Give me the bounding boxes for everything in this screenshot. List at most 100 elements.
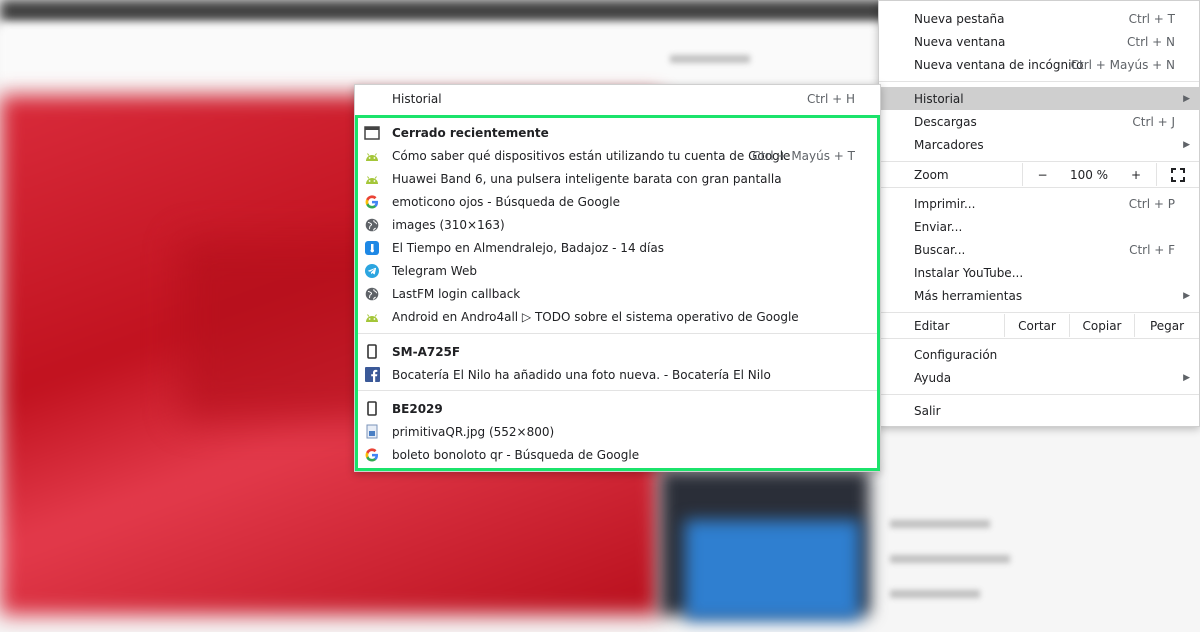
menu-item-print[interactable]: Imprimir... Ctrl + P	[879, 192, 1199, 215]
settings-label: Configuración	[914, 347, 998, 362]
history-entry-label: primitivaQR.jpg (552×800)	[392, 424, 555, 439]
history-entry-label: LastFM login callback	[392, 286, 521, 301]
new-window-label: Nueva ventana	[914, 34, 1006, 49]
menu-separator	[879, 187, 1199, 188]
weather-icon	[364, 240, 380, 256]
list-item[interactable]: emoticono ojos - Búsqueda de Google	[355, 190, 880, 213]
zoom-in-button[interactable]: +	[1116, 163, 1156, 186]
print-shortcut: Ctrl + P	[1128, 196, 1175, 211]
list-item[interactable]: Bocatería El Nilo ha añadido una foto nu…	[355, 363, 880, 386]
zoom-level: 100 %	[1069, 167, 1109, 182]
menu-item-settings[interactable]: Configuración	[879, 343, 1199, 366]
history-entry-label: Cómo saber qué dispositivos están utiliz…	[392, 148, 791, 163]
image-file-icon	[364, 424, 380, 440]
history-entry-label: images (310×163)	[392, 217, 505, 232]
menu-separator	[879, 81, 1199, 82]
downloads-shortcut: Ctrl + J	[1132, 114, 1175, 129]
fullscreen-button[interactable]	[1156, 163, 1199, 186]
paste-button[interactable]: Pegar	[1134, 314, 1199, 337]
android-icon	[364, 309, 380, 325]
cut-button[interactable]: Cortar	[1004, 314, 1069, 337]
list-item[interactable]: Huawei Band 6, una pulsera inteligente b…	[355, 167, 880, 190]
menu-separator	[879, 394, 1199, 395]
recently-closed-label: Cerrado recientemente	[392, 125, 549, 140]
find-label: Buscar...	[914, 242, 966, 257]
history-label: Historial	[914, 91, 964, 106]
history-entry-label: Telegram Web	[392, 263, 477, 278]
list-item[interactable]: LastFM login callback	[355, 282, 880, 305]
history-full-item[interactable]: Historial Ctrl + H	[355, 87, 880, 110]
help-label: Ayuda	[914, 370, 952, 385]
downloads-label: Descargas	[914, 114, 977, 129]
menu-item-incognito[interactable]: Nueva ventana de incógnito Ctrl + Mayús …	[879, 53, 1199, 76]
exit-label: Salir	[914, 403, 941, 418]
menu-item-history[interactable]: Historial ▶	[879, 87, 1199, 110]
zoom-row: Zoom − 100 % +	[879, 163, 1199, 186]
tab-window-icon	[364, 125, 380, 141]
submenu-arrow-icon: ▶	[1183, 93, 1190, 104]
list-item[interactable]: primitivaQR.jpg (552×800)	[355, 420, 880, 443]
history-submenu: Historial Ctrl + H Cerrado recientemente…	[354, 84, 881, 472]
menu-separator	[879, 338, 1199, 339]
google-icon	[364, 447, 380, 463]
incognito-shortcut: Ctrl + Mayús + N	[1070, 57, 1175, 72]
menu-item-new-tab[interactable]: Nueva pestaña Ctrl + T	[879, 7, 1199, 30]
history-entry-label: El Tiempo en Almendralejo, Badajoz - 14 …	[392, 240, 664, 255]
globe-icon	[364, 286, 380, 302]
recently-closed-header[interactable]: Cerrado recientemente	[355, 121, 880, 144]
chrome-main-menu: Nueva pestaña Ctrl + T Nueva ventana Ctr…	[878, 0, 1200, 427]
history-entry-label: emoticono ojos - Búsqueda de Google	[392, 194, 620, 209]
phone-icon	[364, 401, 380, 417]
android-icon	[364, 148, 380, 164]
list-item[interactable]: El Tiempo en Almendralejo, Badajoz - 14 …	[355, 236, 880, 259]
edit-label: Editar	[914, 318, 950, 333]
menu-separator	[358, 390, 877, 391]
device-name: BE2029	[392, 401, 443, 416]
copy-button[interactable]: Copiar	[1069, 314, 1134, 337]
list-item[interactable]: boleto bonoloto qr - Búsqueda de Google	[355, 443, 880, 466]
list-item[interactable]: images (310×163)	[355, 213, 880, 236]
list-item[interactable]: Telegram Web	[355, 259, 880, 282]
new-window-shortcut: Ctrl + N	[1126, 34, 1175, 49]
cast-label: Enviar...	[914, 219, 963, 234]
print-label: Imprimir...	[914, 196, 976, 211]
menu-item-more-tools[interactable]: Más herramientas ▶	[879, 284, 1199, 307]
device-name: SM-A725F	[392, 344, 461, 359]
zoom-out-button[interactable]: −	[1022, 163, 1062, 186]
bookmarks-label: Marcadores	[914, 137, 984, 152]
phone-icon	[364, 344, 380, 360]
menu-item-bookmarks[interactable]: Marcadores ▶	[879, 133, 1199, 156]
history-shortcut: Ctrl + H	[806, 91, 855, 106]
google-icon	[364, 194, 380, 210]
menu-separator	[879, 161, 1199, 162]
history-item-label: Historial	[392, 91, 442, 106]
submenu-arrow-icon: ▶	[1183, 139, 1190, 150]
menu-separator	[879, 312, 1199, 313]
menu-separator	[358, 333, 877, 334]
history-entry-label: boleto bonoloto qr - Búsqueda de Google	[392, 447, 640, 462]
menu-item-new-window[interactable]: Nueva ventana Ctrl + N	[879, 30, 1199, 53]
reopen-tab-shortcut: Ctrl + Mayús + T	[752, 148, 855, 163]
submenu-arrow-icon: ▶	[1183, 372, 1190, 383]
globe-icon	[364, 217, 380, 233]
telegram-icon	[364, 263, 380, 279]
list-item[interactable]: Android en Andro4all ▷ TODO sobre el sis…	[355, 305, 880, 328]
menu-item-find[interactable]: Buscar... Ctrl + F	[879, 238, 1199, 261]
menu-item-cast[interactable]: Enviar...	[879, 215, 1199, 238]
new-tab-shortcut: Ctrl + T	[1128, 11, 1175, 26]
fullscreen-icon	[1171, 167, 1185, 182]
zoom-label: Zoom	[914, 167, 949, 182]
facebook-icon	[364, 367, 380, 383]
new-tab-label: Nueva pestaña	[914, 11, 1005, 26]
incognito-label: Nueva ventana de incógnito	[914, 57, 1084, 72]
install-label: Instalar YouTube...	[914, 265, 1024, 280]
list-item[interactable]: Cómo saber qué dispositivos están utiliz…	[355, 144, 880, 167]
submenu-arrow-icon: ▶	[1183, 290, 1190, 301]
menu-item-exit[interactable]: Salir	[879, 399, 1199, 422]
device-header-sm-a725f: SM-A725F	[355, 340, 880, 363]
history-entry-label: Bocatería El Nilo ha añadido una foto nu…	[392, 367, 771, 382]
menu-item-help[interactable]: Ayuda ▶	[879, 366, 1199, 389]
find-shortcut: Ctrl + F	[1129, 242, 1175, 257]
menu-item-install[interactable]: Instalar YouTube...	[879, 261, 1199, 284]
menu-item-downloads[interactable]: Descargas Ctrl + J	[879, 110, 1199, 133]
